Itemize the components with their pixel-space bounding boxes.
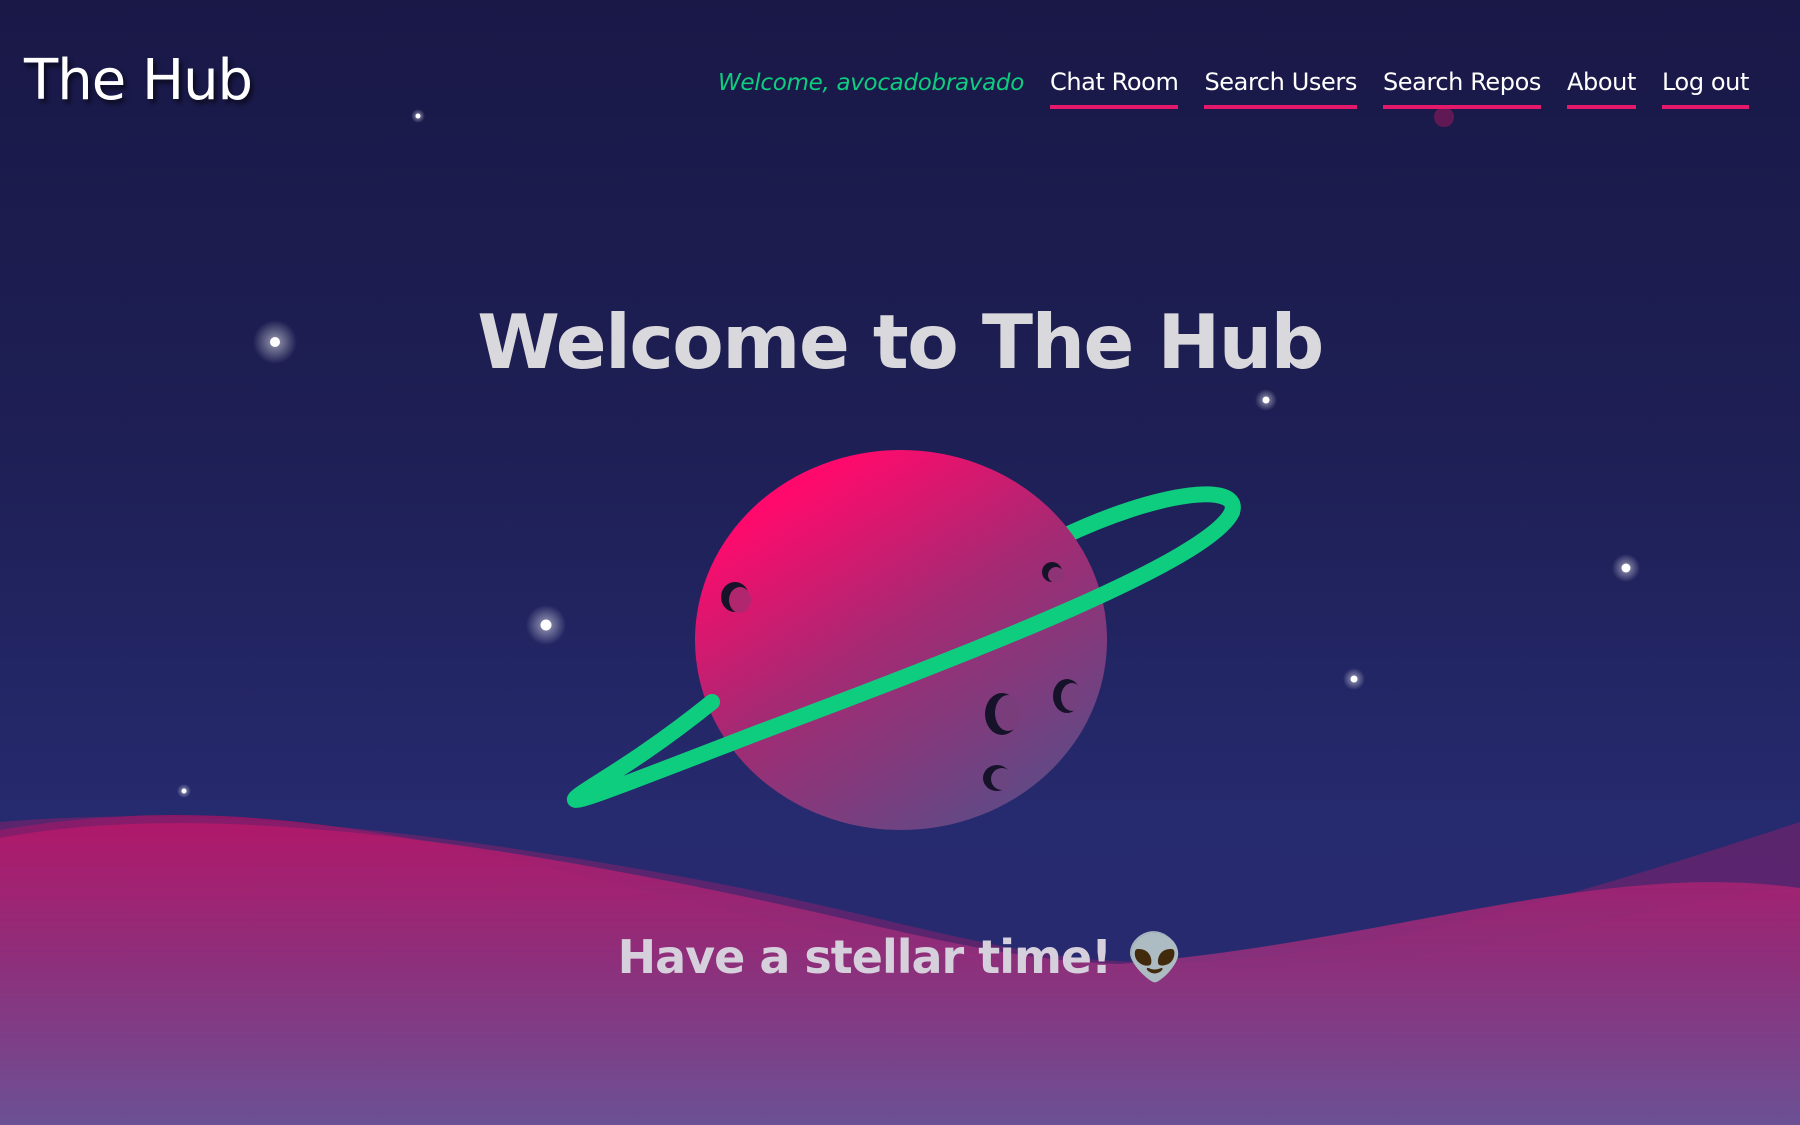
main-nav: Welcome, avocadobravado Chat Room Search…: [718, 68, 1749, 109]
nav-about[interactable]: About: [1567, 68, 1636, 109]
nav-search-repos[interactable]: Search Repos: [1382, 68, 1541, 109]
hero-title: Welcome to The Hub: [477, 298, 1324, 386]
hero-tagline: Have a stellar time! 👽: [617, 930, 1184, 984]
site-logo[interactable]: The Hub: [24, 48, 253, 113]
nav-chat-room[interactable]: Chat Room: [1049, 68, 1179, 109]
nav-search-users[interactable]: Search Users: [1204, 68, 1357, 109]
welcome-message: Welcome, avocadobravado: [717, 70, 1024, 96]
planet-illustration: [566, 450, 1241, 830]
nav-log-out[interactable]: Log out: [1661, 68, 1749, 109]
